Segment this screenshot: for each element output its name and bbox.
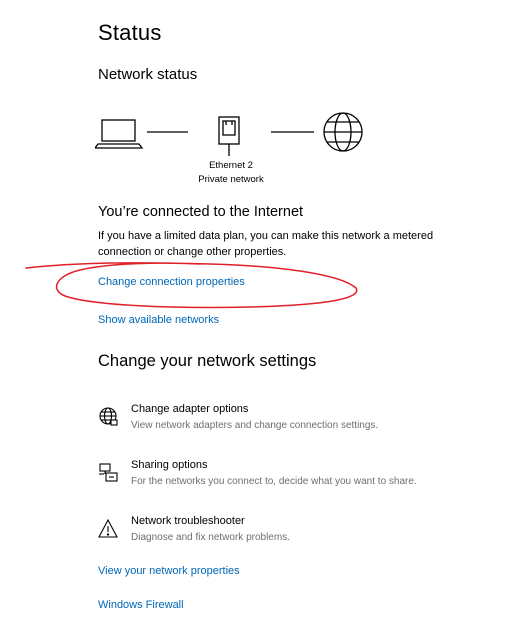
warning-icon (98, 518, 118, 538)
view-network-properties-link[interactable]: View your network properties (98, 565, 240, 577)
change-adapter-options-title: Change adapter options (131, 403, 249, 415)
sharing-options-description: For the networks you connect to, decide … (131, 476, 417, 487)
connected-heading: You’re connected to the Internet (98, 204, 304, 220)
change-connection-properties-link[interactable]: Change connection properties (98, 276, 245, 288)
change-adapter-options-item[interactable]: Change adapter options View network adap… (96, 403, 496, 442)
network-type-label: Private network (198, 174, 264, 185)
show-available-networks-link[interactable]: Show available networks (98, 314, 219, 326)
globe-icon (99, 407, 118, 426)
adapter-name-label: Ethernet 2 (209, 160, 253, 171)
laptop-icon (95, 119, 144, 149)
sharing-options-item[interactable]: Sharing options For the networks you con… (96, 459, 496, 498)
ethernet-icon (218, 116, 240, 156)
network-troubleshooter-item[interactable]: Network troubleshooter Diagnose and fix … (96, 515, 496, 554)
change-settings-heading: Change your network settings (98, 352, 317, 370)
change-adapter-options-description: View network adapters and change connect… (131, 420, 379, 431)
network-troubleshooter-description: Diagnose and fix network problems. (131, 532, 290, 543)
network-status-heading: Network status (98, 66, 198, 83)
sharing-options-title: Sharing options (131, 459, 208, 471)
page-title: Status (98, 20, 162, 45)
globe-icon (323, 112, 363, 152)
network-troubleshooter-title: Network troubleshooter (131, 515, 245, 527)
connected-description: If you have a limited data plan, you can… (98, 230, 434, 258)
windows-firewall-link[interactable]: Windows Firewall (98, 599, 184, 611)
sharing-icon (99, 463, 118, 482)
